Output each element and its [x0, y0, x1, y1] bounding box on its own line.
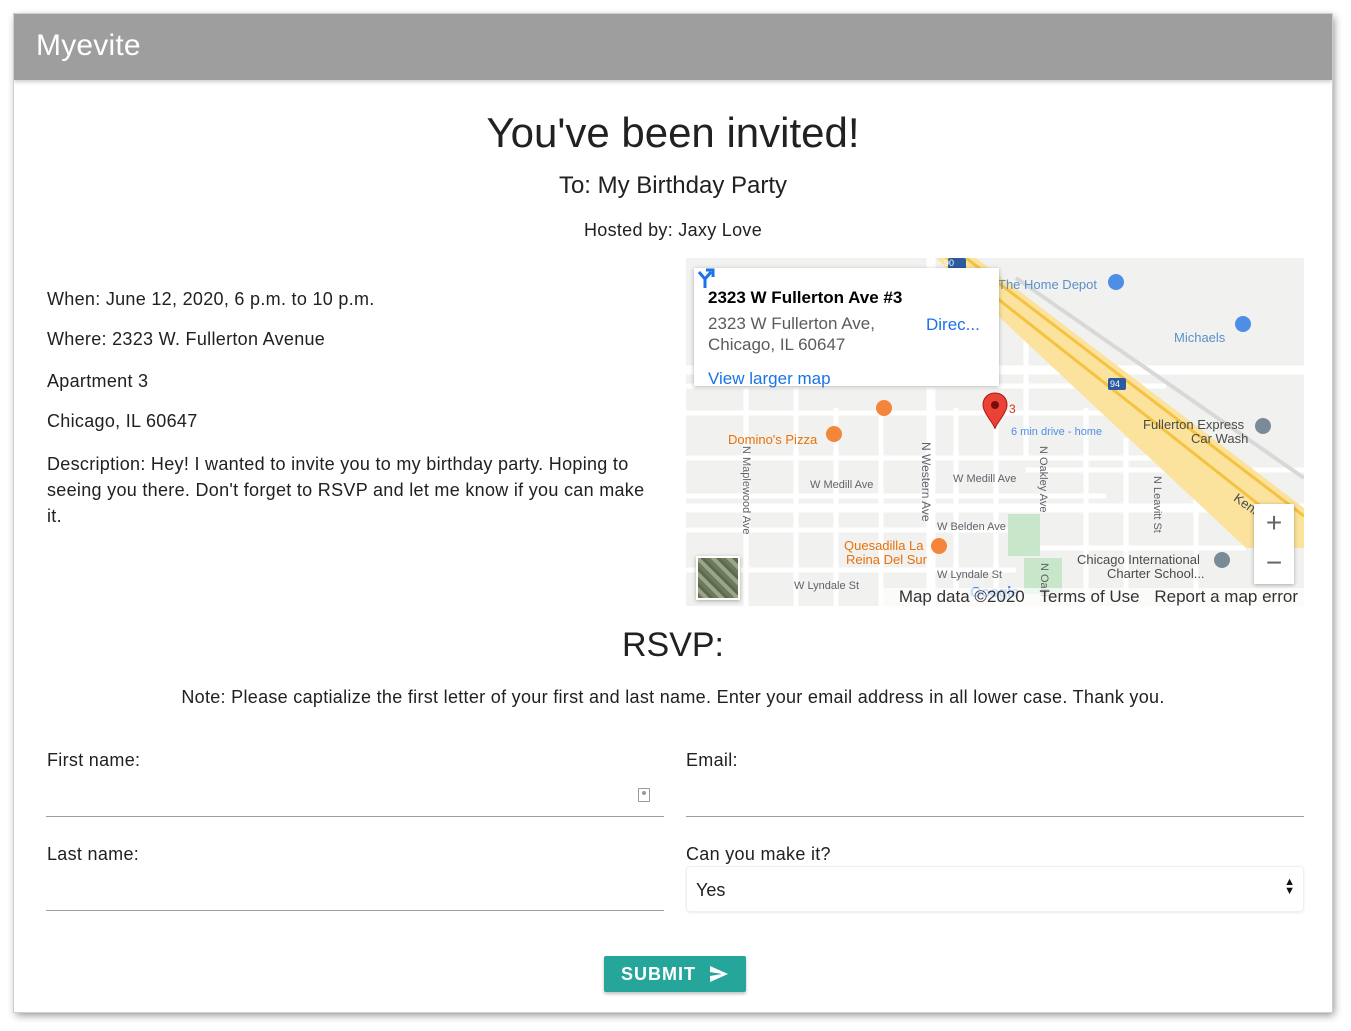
map-poi-quesadilla-line1[interactable]: Quesadilla La	[844, 539, 924, 553]
map-address-line2: Chicago, IL 60647	[708, 335, 846, 354]
event-when: When: June 12, 2020, 6 p.m. to 10 p.m.	[47, 289, 375, 309]
map-poi-quesadilla-line2[interactable]: Reina Del Sur	[846, 553, 927, 567]
map-street-lyndale-1: W Lyndale St	[794, 580, 860, 592]
event-description: Description: Hey! I wanted to invite you…	[47, 454, 645, 526]
map-street-medill-2: W Medill Ave	[953, 473, 1017, 485]
map-pin-label: 3	[1009, 402, 1016, 416]
submit-button[interactable]: SUBMIT	[604, 956, 746, 992]
page-title: You've been invited!	[486, 109, 860, 156]
email-label: Email:	[686, 750, 738, 770]
rsvp-note: Note: Please captialize the first letter…	[181, 687, 1165, 707]
map-street-belden: W Belden Ave	[937, 521, 1006, 533]
event-host: Hosted by: Jaxy Love	[583, 220, 763, 240]
event-where: Where: 2323 W. Fullerton Avenue	[47, 329, 326, 349]
directions-icon[interactable]	[694, 268, 716, 290]
app-window: Myevite You've been invited! To: My Birt…	[14, 14, 1332, 1012]
map-poi-chicago-intl-line1[interactable]: Chicago International	[1077, 553, 1200, 567]
map-address-line1: 2323 W Fullerton Ave,	[708, 314, 875, 333]
map-poi-car-wash-line1[interactable]: Fullerton Express	[1143, 418, 1244, 432]
last-name-field[interactable]	[46, 870, 664, 911]
map-poi-chicago-intl-line2[interactable]: Charter School...	[1107, 567, 1205, 581]
view-larger-map-link[interactable]: View larger map	[708, 369, 831, 389]
attendance-label: Can you make it?	[686, 844, 831, 864]
map-street-medill-1: W Medill Ave	[810, 479, 874, 491]
last-name-label: Last name:	[47, 844, 140, 864]
attendance-select[interactable]: Yes ▲ ▼	[686, 866, 1304, 912]
zoom-control: + −	[1254, 504, 1294, 584]
map-poi-michaels[interactable]: Michaels	[1174, 331, 1225, 345]
event-name: To: My Birthday Party	[558, 172, 788, 199]
map-poi-home-depot[interactable]: The Home Depot	[998, 278, 1097, 292]
map-poi-car-wash-line2[interactable]: Car Wash	[1191, 432, 1248, 446]
map-poi-dominos[interactable]: Domino's Pizza	[728, 433, 817, 447]
map-street-leavitt: N Leavitt St	[1151, 476, 1163, 533]
map-street-lyndale-2: W Lyndale St	[937, 569, 1003, 581]
zoom-out-button[interactable]: −	[1254, 544, 1294, 584]
map-highway-94: 94	[1110, 379, 1121, 389]
embedded-map[interactable]: 90 94 The Home Depot Michaels Fullerton …	[686, 258, 1304, 606]
email-field[interactable]	[686, 776, 1304, 817]
terms-of-use-link[interactable]: Terms of Use	[1040, 587, 1140, 606]
map-pin-sub: 6 min drive - home	[1011, 426, 1103, 438]
attendance-selected-value: Yes	[696, 880, 726, 900]
navbar: Myevite	[14, 14, 1332, 80]
event-city: Chicago, IL 60647	[47, 411, 198, 431]
map-footer: Map data ©2020 Terms of Use Report a map…	[882, 587, 1304, 606]
event-apartment: Apartment 3	[47, 371, 149, 391]
first-name-field[interactable]	[46, 776, 664, 817]
select-arrows-icon: ▲ ▼	[1284, 876, 1295, 897]
map-info-card: 2323 W Fullerton Ave #3 2323 W Fullerton…	[694, 268, 999, 389]
map-data-credit: Map data ©2020	[898, 587, 1025, 606]
report-map-error-link[interactable]: Report a map error	[1154, 587, 1298, 606]
first-name-label: First name:	[47, 750, 141, 770]
satellite-toggle-button[interactable]	[696, 556, 740, 600]
directions-link[interactable]: Direc...	[926, 315, 980, 335]
map-street-maplewood: N Maplewood Ave	[740, 446, 752, 535]
map-street-western: N Western Ave	[919, 442, 933, 522]
zoom-in-button[interactable]: +	[1254, 504, 1294, 544]
rsvp-heading: RSVP:	[621, 626, 725, 664]
map-highway-90: 90	[944, 258, 955, 268]
map-street-oakley: N Oakley Ave	[1037, 446, 1049, 513]
map-place-title: 2323 W Fullerton Ave #3	[708, 288, 903, 307]
map-place-address: 2323 W Fullerton Ave, Chicago, IL 60647	[708, 313, 918, 355]
submit-label: SUBMIT	[621, 964, 696, 984]
contact-autofill-icon[interactable]	[638, 788, 650, 802]
brand-logo[interactable]: Myevite	[36, 29, 141, 63]
send-icon	[710, 966, 728, 982]
